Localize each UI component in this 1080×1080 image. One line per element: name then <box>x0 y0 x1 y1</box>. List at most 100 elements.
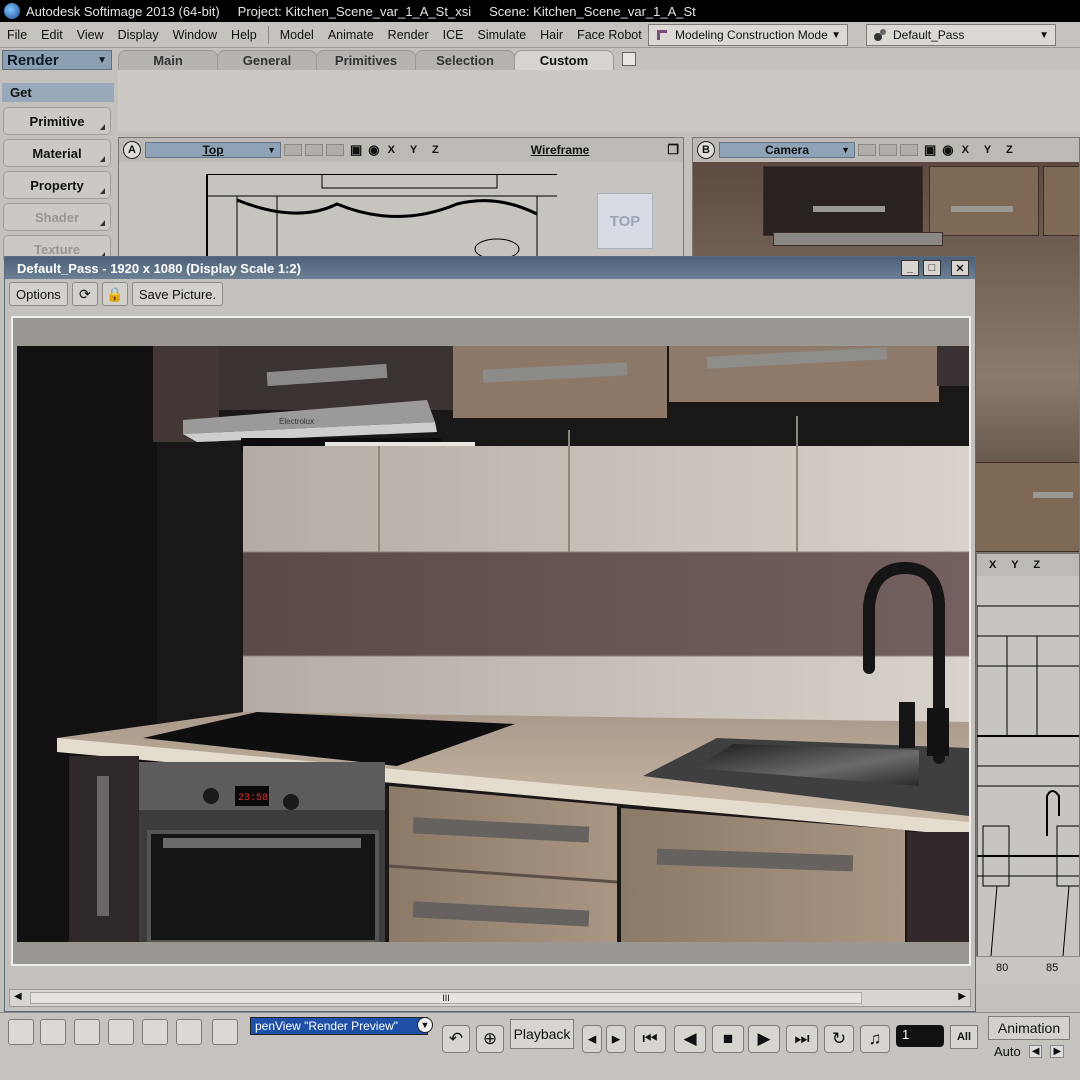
prev-frame-icon[interactable]: ◂ <box>582 1025 602 1053</box>
menu-edit[interactable]: Edit <box>34 28 70 42</box>
display-mode-a[interactable]: Wireframe <box>531 143 590 157</box>
playback-menu[interactable]: Playback <box>510 1019 574 1049</box>
save-picture-button[interactable]: Save Picture. <box>131 282 224 306</box>
current-frame-field[interactable]: 1 <box>896 1025 944 1047</box>
project-title: Project: Kitchen_Scene_var_1_A_St_xsi <box>237 3 472 19</box>
viewport-a[interactable]: A Top ▼ ▣ ◉ X Y Z Wireframe ❐ TOP <box>118 137 684 264</box>
next-key-icon[interactable]: ▶ <box>1050 1044 1065 1058</box>
close-button[interactable]: ✕ <box>951 260 969 276</box>
tab-selection[interactable]: Selection <box>415 50 515 70</box>
menu-render[interactable]: Render <box>381 28 436 42</box>
animation-label: Animation <box>997 1020 1061 1036</box>
tab-primitives[interactable]: Primitives <box>316 50 416 70</box>
primitive-button[interactable]: Primitive <box>3 107 111 135</box>
stop-icon[interactable]: ■ <box>712 1025 744 1053</box>
timeline-bar: penView "Render Preview" ▼ ↶ ⊕ Playback … <box>0 1012 1080 1080</box>
property-button[interactable]: Property <box>3 171 111 199</box>
layout-single-icon[interactable] <box>8 1019 34 1045</box>
view-dropdown-b[interactable]: Camera ▼ <box>719 142 855 158</box>
axes-label-b[interactable]: X Y Z <box>962 144 1019 156</box>
eye-icon[interactable]: ◉ <box>942 142 953 158</box>
menu-help[interactable]: Help <box>224 28 264 42</box>
cabinet-handle <box>951 206 1013 212</box>
loop-icon[interactable]: ↻ <box>824 1025 854 1053</box>
chevron-down-icon: ▼ <box>97 54 107 66</box>
module-label: Render <box>7 51 59 69</box>
viewport-a-header: A Top ▼ ▣ ◉ X Y Z Wireframe ❐ <box>119 138 683 162</box>
refresh-icon[interactable]: ⟳ <box>71 282 98 306</box>
tab-custom[interactable]: Custom <box>514 50 614 70</box>
layout-custom-icon[interactable] <box>212 1019 238 1045</box>
viewport-toggle[interactable] <box>858 144 876 156</box>
tab-options-icon[interactable] <box>622 52 636 66</box>
maximize-button[interactable]: □ <box>923 260 941 276</box>
viewport-toggle[interactable] <box>900 144 918 156</box>
axes-label-a[interactable]: X Y Z <box>388 144 445 156</box>
shader-button[interactable]: Shader <box>3 203 111 231</box>
menu-ice[interactable]: ICE <box>436 28 471 42</box>
menu-face-robot[interactable]: Face Robot <box>570 28 649 42</box>
menu-simulate[interactable]: Simulate <box>471 28 534 42</box>
pass-dropdown[interactable]: Default_Pass ▼ <box>866 24 1056 46</box>
next-frame-icon[interactable]: ▸ <box>606 1025 626 1053</box>
viewport-a-letter[interactable]: A <box>123 141 141 159</box>
all-button[interactable]: All <box>950 1025 978 1049</box>
scroll-right-icon[interactable]: ▶ <box>958 991 966 1002</box>
script-command-field[interactable]: penView "Render Preview" <box>250 1017 428 1035</box>
animation-menu[interactable]: Animation <box>988 1016 1070 1040</box>
viewport-d[interactable]: X Y Z <box>976 553 1080 983</box>
property-label: Property <box>30 177 84 193</box>
get-header: Get <box>2 83 114 102</box>
last-frame-icon[interactable]: ⏭ <box>786 1025 818 1053</box>
menu-view[interactable]: View <box>70 28 111 42</box>
eye-icon[interactable]: ◉ <box>368 142 379 158</box>
lock-icon[interactable]: 🔒 <box>101 282 128 306</box>
menu-animate[interactable]: Animate <box>321 28 381 42</box>
viewport-toggle[interactable] <box>284 144 302 156</box>
play-backward-icon[interactable]: ◀ <box>674 1025 706 1053</box>
menu-model[interactable]: Model <box>273 28 321 42</box>
camera-icon[interactable]: ▣ <box>924 142 936 158</box>
render-window-titlebar[interactable]: Default_Pass - 1920 x 1080 (Display Scal… <box>5 257 975 279</box>
camera-icon[interactable]: ▣ <box>350 142 362 158</box>
minimize-button[interactable]: _ <box>901 260 919 276</box>
maximize-icon[interactable]: ❐ <box>667 142 679 158</box>
play-forward-icon[interactable]: ▶ <box>748 1025 780 1053</box>
viewport-toggle[interactable] <box>305 144 323 156</box>
layout-bottom-icon[interactable] <box>74 1019 100 1045</box>
timeline-ruler[interactable]: 80 85 <box>976 956 1080 984</box>
options-button[interactable]: Options <box>9 282 68 306</box>
layout-split-icon[interactable] <box>176 1019 202 1045</box>
viewport-toggle[interactable] <box>326 144 344 156</box>
scrollbar-thumb[interactable]: III <box>30 992 862 1004</box>
layout-side-icon[interactable] <box>108 1019 134 1045</box>
construction-mode-dropdown[interactable]: Modeling Construction Mode ▼ <box>648 24 848 46</box>
view-cube-top[interactable]: TOP <box>597 193 653 249</box>
material-button[interactable]: Material <box>3 139 111 167</box>
auto-key-toggle[interactable]: Auto ◀ ▶ <box>988 1042 1070 1060</box>
viewport-toggle[interactable] <box>879 144 897 156</box>
tab-general[interactable]: General <box>217 50 317 70</box>
script-dropdown-icon[interactable]: ▼ <box>417 1017 433 1033</box>
view-dropdown-a[interactable]: Top ▼ <box>145 142 281 158</box>
horizontal-scrollbar[interactable]: ◀ III ▶ <box>9 989 971 1007</box>
viewport-b-letter[interactable]: B <box>697 141 715 159</box>
undo-icon[interactable]: ↶ <box>442 1025 470 1053</box>
menu-hair[interactable]: Hair <box>533 28 570 42</box>
tab-main[interactable]: Main <box>118 50 218 70</box>
scroll-left-icon[interactable]: ◀ <box>14 991 22 1002</box>
menu-display[interactable]: Display <box>111 28 166 42</box>
rendered-kitchen-image[interactable]: Electrolux 23:58 <box>17 346 969 942</box>
module-dropdown[interactable]: Render ▼ <box>2 50 112 70</box>
menu-file[interactable]: File <box>0 28 34 42</box>
axes-label-d[interactable]: X Y Z <box>989 559 1046 571</box>
layout-quad-icon[interactable] <box>142 1019 168 1045</box>
layout-top-icon[interactable] <box>40 1019 66 1045</box>
audio-icon[interactable]: ♫ <box>860 1025 890 1053</box>
menu-window[interactable]: Window <box>166 28 224 42</box>
first-frame-icon[interactable]: ⏮ <box>634 1025 666 1053</box>
keyframe-icon[interactable]: ⊕ <box>476 1025 504 1053</box>
prev-key-icon[interactable]: ◀ <box>1028 1044 1043 1058</box>
render-window-toolbar: Options ⟳ 🔒 Save Picture. <box>5 279 975 309</box>
viewport-d-header: X Y Z <box>977 554 1079 576</box>
